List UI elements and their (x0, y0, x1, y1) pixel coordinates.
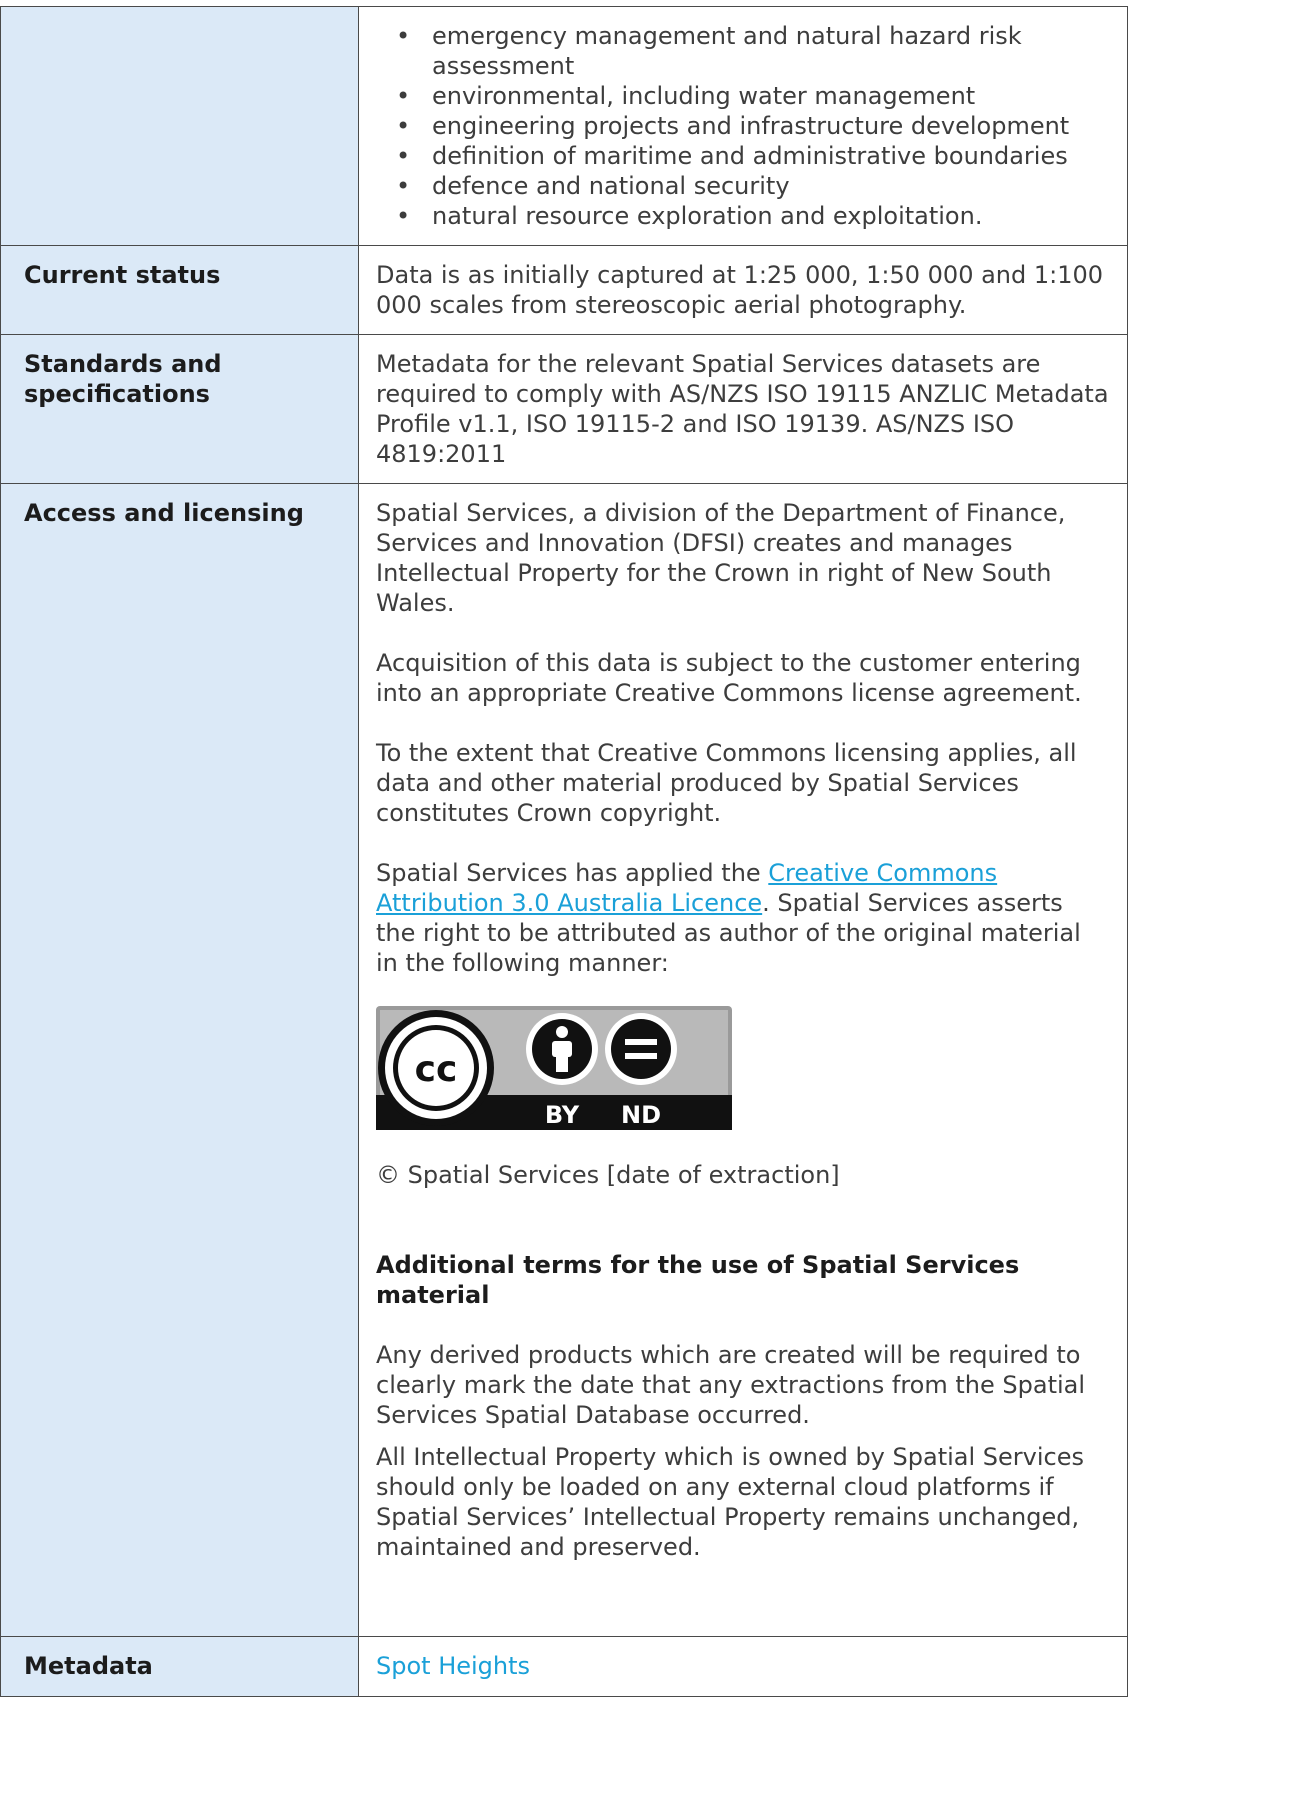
spot-heights-link[interactable]: Spot Heights (376, 1652, 530, 1680)
access-label: Access and licensing (0, 483, 359, 1637)
table-row: Metadata Spot Heights (0, 1636, 1128, 1697)
nd-label: ND (621, 1101, 661, 1129)
label-cell-empty (0, 6, 359, 246)
list-item: natural resource exploration and exploit… (396, 201, 1109, 231)
list-item: emergency management and natural hazard … (396, 21, 1109, 81)
document-page: emergency management and natural hazard … (0, 0, 1305, 1816)
cc-by-nd-badge-icon: cc BY ND (376, 1006, 732, 1130)
usage-cell: emergency management and natural hazard … (358, 6, 1128, 246)
list-item: definition of maritime and administrativ… (396, 141, 1109, 171)
table-row: Access and licensing Spatial Services, a… (0, 483, 1128, 1637)
licence-prefix: Spatial Services has applied the (376, 859, 769, 887)
list-item: defence and national security (396, 171, 1109, 201)
metadata-cell: Spot Heights (358, 1636, 1128, 1697)
access-paragraph: Acquisition of this data is subject to t… (376, 649, 1082, 707)
copyright-line: © Spatial Services [date of extraction] (376, 1161, 840, 1189)
standards-text: Metadata for the relevant Spatial Servic… (358, 334, 1128, 484)
metadata-table: emergency management and natural hazard … (0, 6, 1128, 1697)
additional-terms-heading: Additional terms for the use of Spatial … (376, 1251, 1020, 1309)
table-row: Standards and specifications Metadata fo… (0, 334, 1128, 484)
access-content: Spatial Services, a division of the Depa… (358, 483, 1128, 1637)
current-status-label: Current status (0, 245, 359, 335)
access-paragraph: Any derived products which are created w… (376, 1341, 1086, 1429)
current-status-text: Data is as initially captured at 1:25 00… (358, 245, 1128, 335)
by-label: BY (545, 1101, 580, 1129)
usage-bullet-list: emergency management and natural hazard … (376, 21, 1109, 231)
standards-label: Standards and specifications (0, 334, 359, 484)
licence-paragraph: Spatial Services has applied the Creativ… (376, 858, 1109, 978)
access-paragraph: All Intellectual Property which is owned… (376, 1443, 1084, 1561)
metadata-label: Metadata (0, 1636, 359, 1697)
access-paragraph: Spatial Services, a division of the Depa… (376, 499, 1066, 617)
list-item: environmental, including water managemen… (396, 81, 1109, 111)
list-item: engineering projects and infrastructure … (396, 111, 1109, 141)
table-row: emergency management and natural hazard … (0, 6, 1128, 246)
table-row: Current status Data is as initially capt… (0, 245, 1128, 335)
access-paragraph: To the extent that Creative Commons lice… (376, 739, 1077, 827)
cc-mark: cc (415, 1049, 458, 1090)
